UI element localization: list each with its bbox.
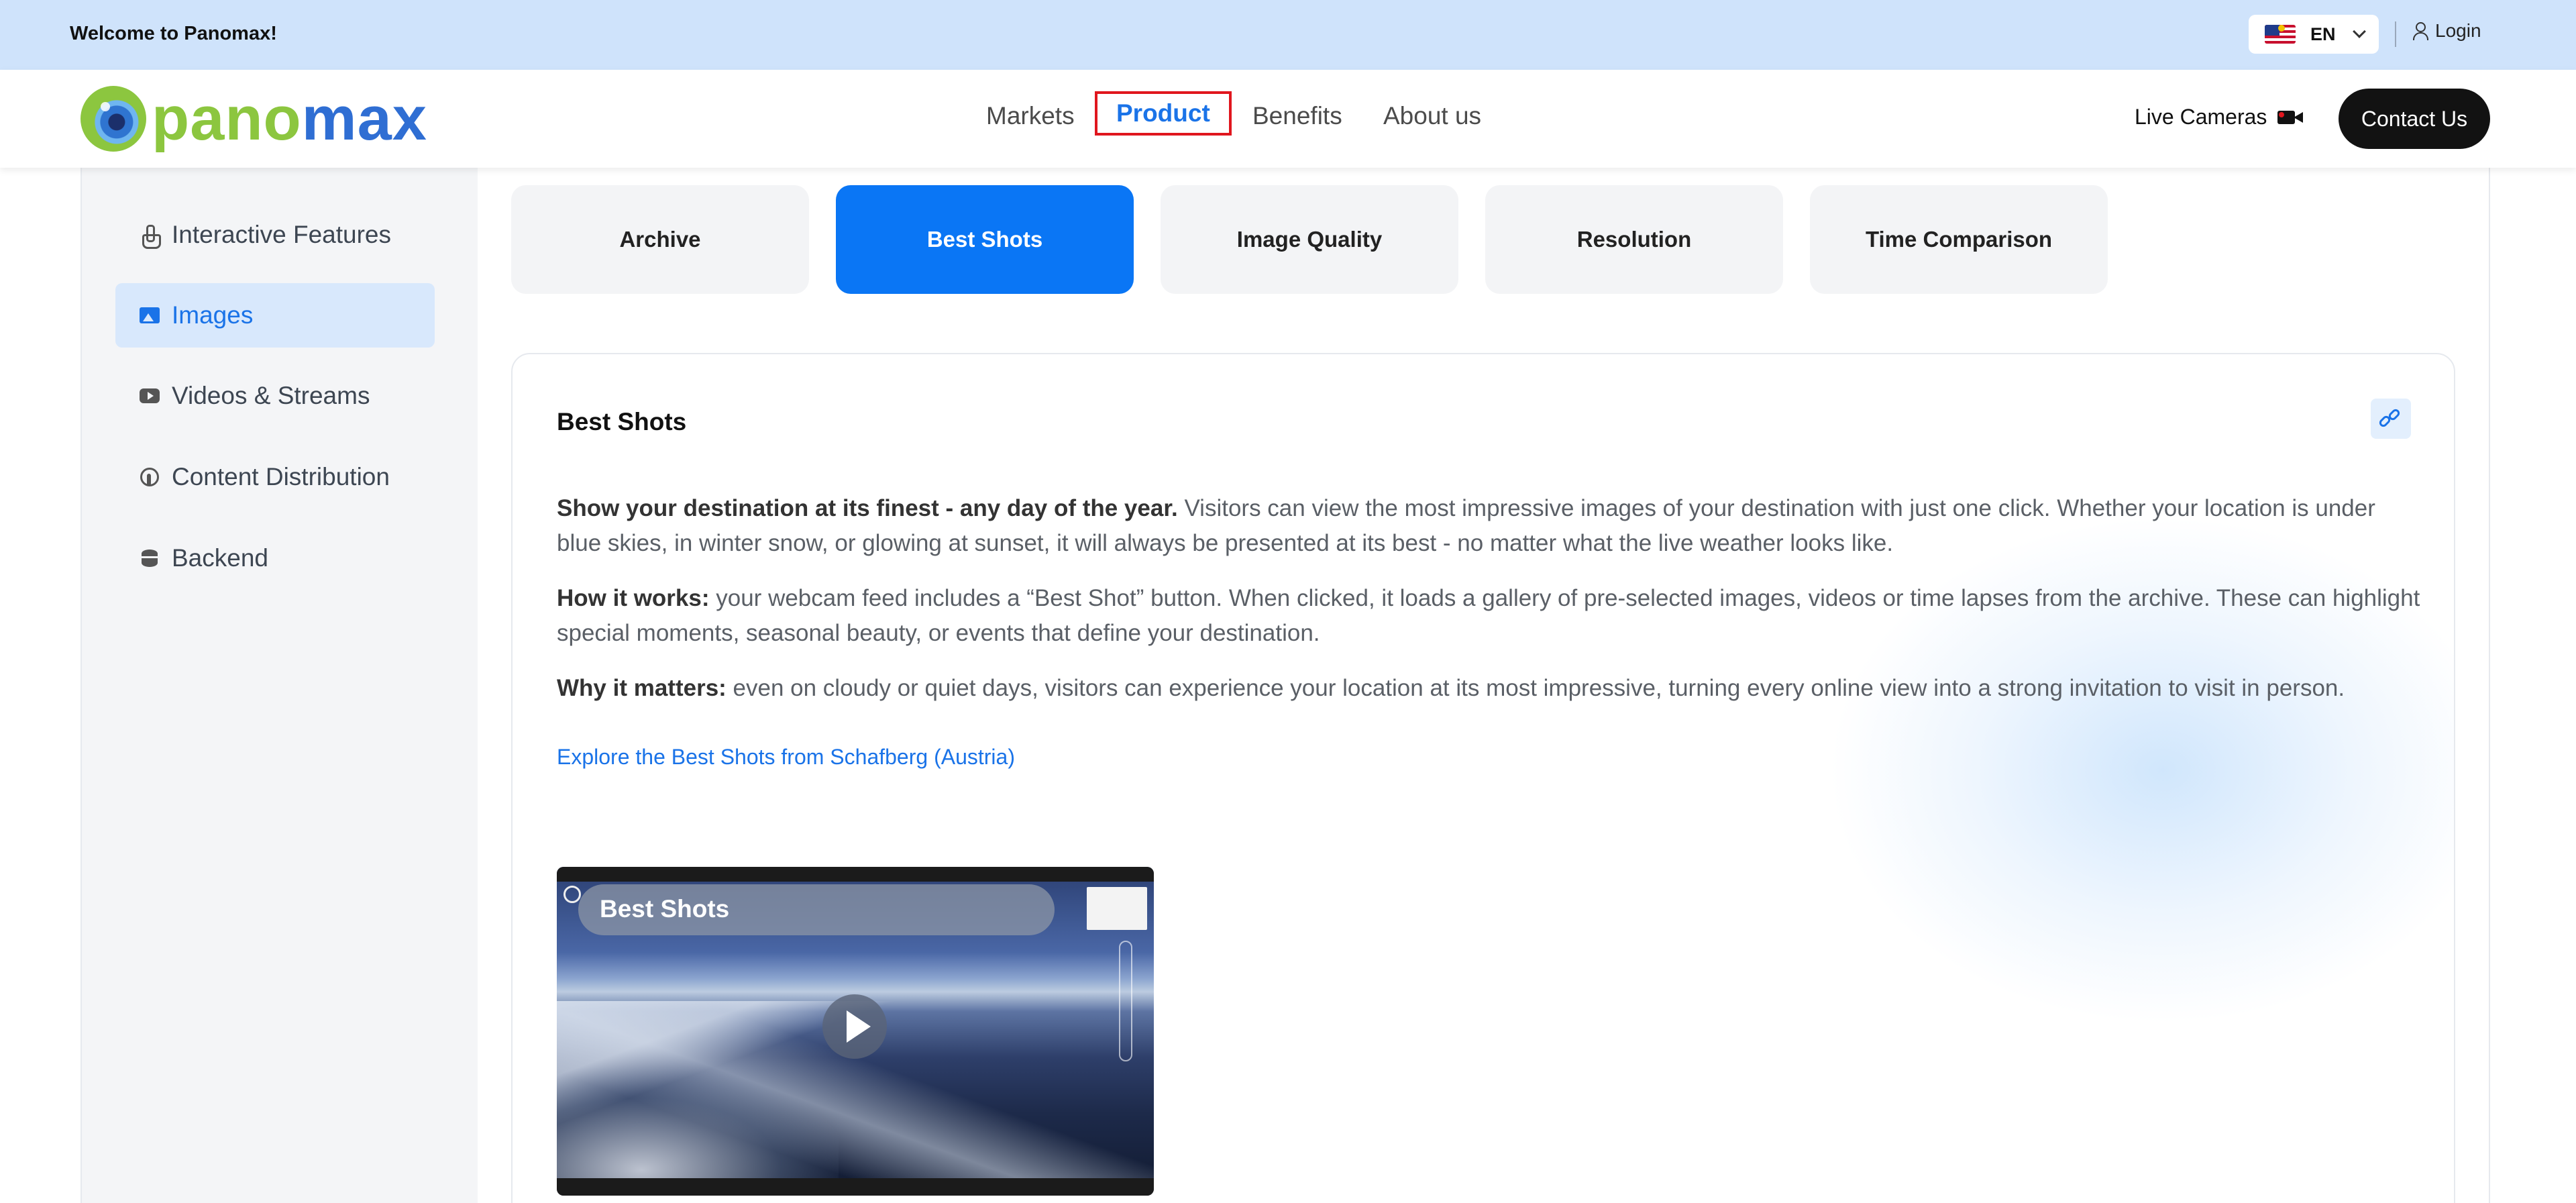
product-sidebar: Interactive Features Images Videos & Str…	[82, 168, 478, 1203]
image-icon	[140, 305, 160, 325]
video-toolbar	[557, 867, 1154, 882]
play-icon[interactable]	[822, 994, 887, 1059]
info-panel	[1087, 887, 1147, 930]
content-card: Best Shots Show your destination at its …	[511, 353, 2455, 1203]
nav-product[interactable]: Product	[1095, 91, 1232, 136]
language-label: EN	[2310, 23, 2336, 44]
tab-resolution[interactable]: Resolution	[1485, 185, 1783, 294]
video-camera-icon	[2277, 109, 2304, 125]
sidebar-item-videos-streams[interactable]: Videos & Streams	[115, 364, 435, 428]
welcome-text: Welcome to Panomax!	[70, 23, 277, 44]
tab-archive[interactable]: Archive	[511, 185, 809, 294]
zoom-slider	[1119, 941, 1132, 1061]
nav-about-us[interactable]: About us	[1383, 102, 1481, 130]
paragraph-intro: Show your destination at its finest - an…	[557, 495, 2375, 556]
live-cameras-link[interactable]: Live Cameras	[2135, 105, 2304, 129]
sidebar-item-interactive-features[interactable]: Interactive Features	[115, 203, 435, 267]
database-icon	[140, 548, 160, 568]
paragraph-how-it-works: How it works: your webcam feed includes …	[557, 585, 2420, 646]
sidebar-item-images[interactable]: Images	[115, 283, 435, 348]
login-link[interactable]: Login	[2412, 20, 2481, 42]
broadcast-icon	[140, 467, 160, 487]
chevron-down-icon	[2352, 25, 2366, 38]
copy-link-button[interactable]	[2371, 399, 2411, 439]
explore-best-shots-link[interactable]: Explore the Best Shots from Schafberg (A…	[557, 745, 1015, 770]
tab-best-shots[interactable]: Best Shots	[836, 185, 1134, 294]
video-banner: Best Shots	[578, 884, 1055, 935]
language-selector[interactable]: EN	[2249, 15, 2379, 54]
tab-image-quality[interactable]: Image Quality	[1161, 185, 1458, 294]
sidebar-item-label: Videos & Streams	[172, 382, 370, 409]
card-title: Best Shots	[557, 408, 687, 435]
video-controls	[557, 1178, 1154, 1196]
contact-us-button[interactable]: Contact Us	[2339, 89, 2490, 149]
live-cameras-label: Live Cameras	[2135, 105, 2267, 129]
tab-time-comparison[interactable]: Time Comparison	[1810, 185, 2108, 294]
main-header: panomax Markets Product Benefits About u…	[0, 70, 2576, 168]
us-flag-icon	[2265, 25, 2296, 44]
nav-benefits[interactable]: Benefits	[1252, 102, 1342, 130]
user-icon	[2412, 21, 2428, 40]
sidebar-item-label: Interactive Features	[172, 221, 391, 248]
divider	[2395, 21, 2396, 47]
sidebar-item-label: Images	[172, 301, 254, 329]
sidebar-item-backend[interactable]: Backend	[115, 526, 435, 590]
sidebar-item-label: Content Distribution	[172, 463, 390, 490]
video-play-icon	[140, 386, 160, 406]
touch-hand-icon	[140, 225, 161, 249]
rotate-icon	[564, 886, 581, 903]
nav-markets[interactable]: Markets	[986, 102, 1075, 130]
sidebar-item-label: Backend	[172, 544, 268, 572]
sidebar-item-content-distribution[interactable]: Content Distribution	[115, 445, 435, 509]
login-label: Login	[2435, 20, 2481, 41]
top-bar: Welcome to Panomax! EN Login	[0, 0, 2576, 70]
best-shots-video[interactable]: Best Shots	[557, 867, 1154, 1196]
paragraph-why-it-matters: Why it matters: even on cloudy or quiet …	[557, 675, 2345, 701]
